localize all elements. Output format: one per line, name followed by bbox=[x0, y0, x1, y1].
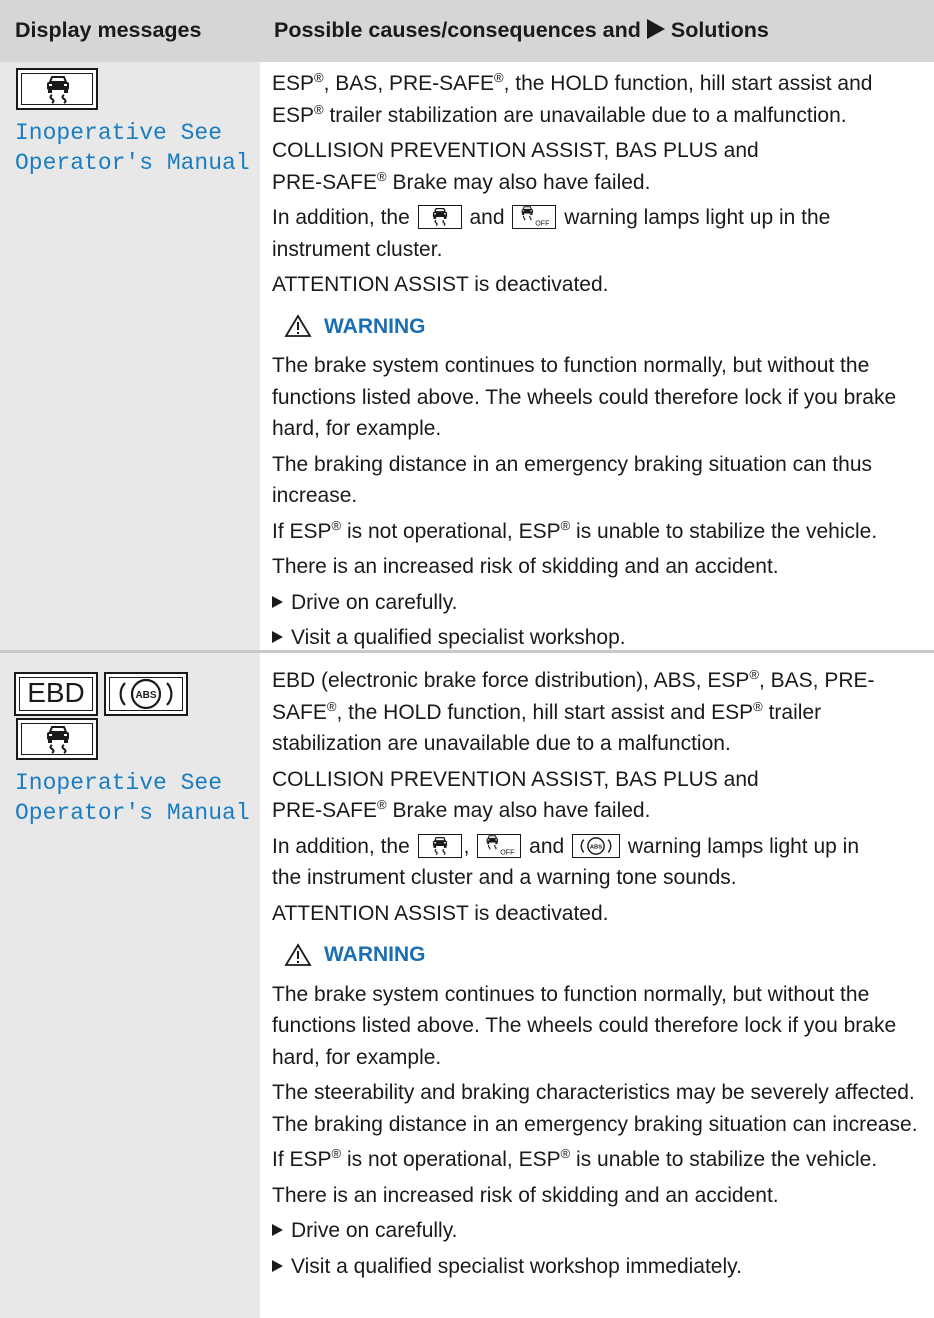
row2-warning-heading: WARNING bbox=[284, 939, 932, 971]
row1-description: ESP®, BAS, PRE-SAFE®, the HOLD function,… bbox=[272, 68, 932, 658]
row2-warning-text4: There is an increased risk of skidding a… bbox=[272, 1183, 779, 1207]
warning-label: WARNING bbox=[324, 314, 426, 338]
row2-lamps-paragraph: In addition, the , OFF and ABS warning l… bbox=[272, 833, 860, 889]
header-causes-solutions: Possible causes/consequences and Solution… bbox=[274, 18, 769, 43]
step-arrow-icon bbox=[272, 595, 283, 608]
warning-triangle-icon bbox=[284, 314, 312, 338]
row1-warning-text2: The braking distance in an emergency bra… bbox=[272, 452, 873, 508]
row1-warning-heading: WARNING bbox=[284, 311, 932, 343]
esp-off-lamp-inline-icon: OFF bbox=[477, 833, 522, 858]
esp-lamp-inline-icon bbox=[417, 205, 462, 229]
svg-text:OFF: OFF bbox=[501, 848, 516, 856]
row2-display-line1: Inoperative See bbox=[15, 770, 223, 796]
esp-warning-lamp-icon bbox=[16, 68, 98, 110]
header-display-messages: Display messages bbox=[15, 18, 202, 42]
row2-cause-paragraph: EBD (electronic brake force distribution… bbox=[272, 667, 875, 755]
row1-display-line2: Operator's Manual bbox=[15, 150, 250, 176]
abs-warning-lamp-icon: ABS bbox=[104, 672, 188, 716]
header-causes-label: Possible causes/consequences and bbox=[274, 18, 641, 42]
warning-label: WARNING bbox=[324, 943, 426, 966]
svg-text:ABS: ABS bbox=[135, 690, 156, 701]
row2-display-message: Inoperative See Operator's Manual bbox=[15, 768, 250, 828]
row2-step-drive: Drive on carefully. bbox=[272, 1215, 932, 1247]
header-solutions-label: Solutions bbox=[670, 18, 769, 42]
esp-lamp-inline-icon bbox=[417, 833, 462, 858]
row1-lamps-paragraph: In addition, the and OFF warning lamps l… bbox=[272, 205, 831, 261]
step-arrow-icon bbox=[272, 631, 283, 643]
row2-failure-paragraph: COLLISION PREVENTION ASSIST, BAS PLUS an… bbox=[272, 767, 759, 823]
row1-attention-assist: ATTENTION ASSIST is deactivated. bbox=[272, 273, 609, 296]
column-divider bbox=[260, 62, 262, 1318]
abs-lamp-inline-icon: ABS bbox=[572, 833, 621, 858]
solution-arrow-icon bbox=[646, 19, 665, 39]
row2-description: EBD (electronic brake force distribution… bbox=[272, 665, 932, 1286]
row1-warning-text1: The brake system continues to function n… bbox=[272, 354, 897, 440]
row1-step-workshop: Visit a qualified specialist workshop. bbox=[272, 622, 932, 654]
row1-display-message: Inoperative See Operator's Manual bbox=[15, 118, 250, 178]
row1-cause-paragraph: ESP®, BAS, PRE-SAFE®, the HOLD function,… bbox=[272, 70, 873, 127]
row2-warning-text3: If ESP® is not operational, ESP® is unab… bbox=[272, 1146, 878, 1171]
ebd-label: EBD bbox=[27, 677, 85, 708]
warning-triangle-icon bbox=[284, 943, 312, 966]
table-header: Display messages Possible causes/consequ… bbox=[0, 0, 934, 62]
row2-step-workshop: Visit a qualified specialist workshop im… bbox=[272, 1251, 932, 1283]
step-arrow-icon bbox=[272, 1224, 283, 1236]
svg-text:OFF: OFF bbox=[536, 219, 551, 227]
row2-warning-text2: The steerability and braking characteris… bbox=[272, 1081, 918, 1136]
esp-off-lamp-inline-icon: OFF bbox=[512, 205, 557, 229]
row2-warning-text1: The brake system continues to function n… bbox=[272, 982, 897, 1069]
row2-attention-assist: ATTENTION ASSIST is deactivated. bbox=[272, 901, 609, 925]
row2-display-line2: Operator's Manual bbox=[15, 800, 250, 826]
esp-warning-lamp-icon bbox=[16, 718, 98, 760]
ebd-warning-lamp: EBD bbox=[14, 672, 98, 716]
row1-warning-text4: There is an increased risk of skidding a… bbox=[272, 555, 779, 578]
row1-failure-paragraph: COLLISION PREVENTION ASSIST, BAS PLUS an… bbox=[272, 139, 759, 194]
row1-display-line1: Inoperative See bbox=[15, 120, 223, 146]
row1-warning-text3: If ESP® is not operational, ESP® is unab… bbox=[272, 517, 878, 543]
row1-step-drive: Drive on carefully. bbox=[272, 587, 932, 619]
step-arrow-icon bbox=[272, 1259, 283, 1272]
svg-text:ABS: ABS bbox=[590, 844, 602, 850]
